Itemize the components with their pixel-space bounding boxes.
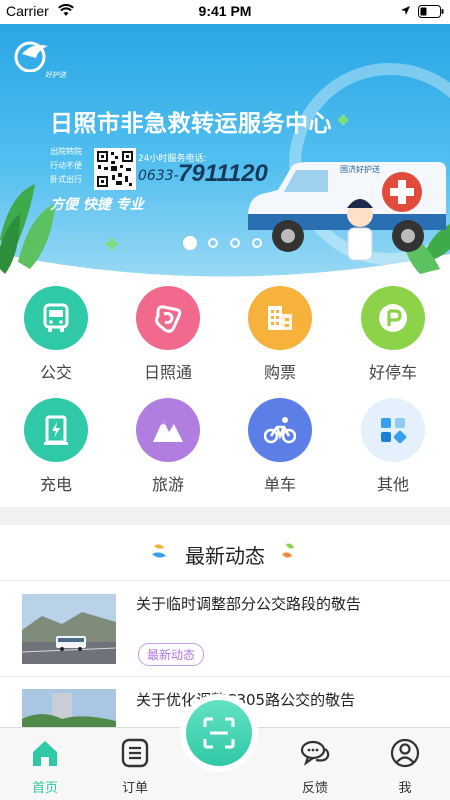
banner-slogan: 方便 快捷 专业 <box>50 197 144 213</box>
status-bar: Carrier 9:41 PM <box>0 0 450 24</box>
ambulance-brand: 国济好护送 <box>340 165 380 174</box>
grid-label: 公交 <box>39 363 72 382</box>
grid-item-bike[interactable]: 单车 <box>230 398 330 498</box>
grid-label: 单车 <box>263 475 296 494</box>
grid-label: 购票 <box>263 363 296 382</box>
section-divider <box>0 507 450 525</box>
carousel-dot[interactable] <box>208 238 218 248</box>
leaf-decoration-icon <box>282 543 294 558</box>
battery-icon <box>418 5 444 18</box>
carousel-dot[interactable] <box>230 238 240 248</box>
carousel-dot-active[interactable] <box>183 236 197 250</box>
news-section-title: 最新动态 <box>185 544 265 568</box>
grid-label: 其他 <box>376 475 409 494</box>
banner-logo-text: 好护送 <box>45 71 66 79</box>
grid-item-rizhaotong[interactable]: 日照通 <box>118 286 218 386</box>
rizhaotong-icon <box>136 286 200 350</box>
grid-item-charging[interactable]: 充电 <box>6 398 106 498</box>
grid-item-tickets[interactable]: 购票 <box>230 286 330 386</box>
more-apps-icon <box>361 398 425 462</box>
grid-item-other[interactable]: 其他 <box>343 398 443 498</box>
banner-feature: 卧式出行 <box>50 175 82 184</box>
scan-button[interactable] <box>180 694 258 772</box>
grid-item-bus[interactable]: 公交 <box>6 286 106 386</box>
banner-feature: 出院转院 <box>50 147 82 156</box>
grid-label: 好停车 <box>368 363 417 382</box>
grid-label: 旅游 <box>151 475 184 494</box>
phone-area-code: 0633- <box>138 168 179 184</box>
charging-icon <box>24 398 88 462</box>
qr-code-icon <box>94 148 136 190</box>
app-logo-icon <box>14 41 48 72</box>
location-arrow-icon <box>401 6 410 15</box>
mountain-icon <box>136 398 200 462</box>
tab-orders[interactable]: 订单 <box>90 728 180 800</box>
tab-feedback[interactable]: 反馈 <box>270 728 360 800</box>
bus-icon <box>24 286 88 350</box>
clock: 9:41 PM <box>198 3 252 19</box>
tab-home[interactable]: 首页 <box>0 728 90 800</box>
news-headline[interactable]: 关于临时调整部分公交路段的敬告 <box>136 593 361 614</box>
feedback-icon <box>300 740 330 766</box>
promo-banner[interactable]: 好护送 日照市非急救转运服务中心 出院转院 行动不便 卧式出行 24小时服务电话… <box>0 24 450 280</box>
tab-label: 反馈 <box>301 781 328 796</box>
grid-item-travel[interactable]: 旅游 <box>118 398 218 498</box>
tab-profile[interactable]: 我 <box>360 728 450 800</box>
order-list-icon <box>121 738 149 768</box>
grid-item-parking[interactable]: 好停车 <box>343 286 443 386</box>
building-icon <box>248 286 312 350</box>
scan-icon <box>203 717 235 749</box>
user-profile-icon <box>390 738 420 768</box>
banner-feature: 行动不便 <box>50 161 82 170</box>
tab-label: 订单 <box>121 781 148 796</box>
tab-label: 我 <box>398 781 412 796</box>
home-icon <box>33 741 57 766</box>
news-tag: 最新动态 <box>138 643 205 666</box>
carousel-dot[interactable] <box>252 238 262 248</box>
news-thumbnail <box>22 594 116 664</box>
scan-button-face <box>186 700 252 766</box>
parking-icon <box>361 286 425 350</box>
news-item[interactable]: 关于临时调整部分公交路段的敬告 最新动态 <box>0 581 450 677</box>
grid-label: 日照通 <box>143 363 192 382</box>
grid-label: 充电 <box>39 475 72 494</box>
bicycle-icon <box>248 398 312 462</box>
banner-title: 日照市非急救转运服务中心 <box>50 111 332 137</box>
tab-label: 首页 <box>31 781 58 796</box>
